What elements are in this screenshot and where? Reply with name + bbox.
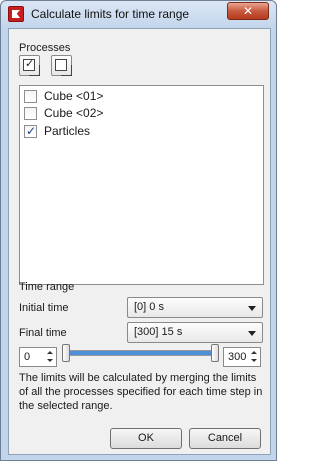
process-checkbox[interactable] [24,107,37,120]
initial-time-value: [0] 0 s [134,301,164,313]
initial-time-select[interactable]: [0] 0 s [127,297,263,318]
process-label: Cube <02> [44,106,104,120]
slider-start-handle[interactable] [62,344,70,362]
process-label: Cube <01> [44,89,104,103]
final-time-select[interactable]: [300] 15 s [127,322,263,343]
slider-end-handle[interactable] [211,344,219,362]
initial-time-label: Initial time [19,302,69,314]
final-time-label: Final time [19,327,67,339]
spin-up-icon[interactable] [45,349,55,357]
range-start-value: 0 [24,351,31,363]
slider-selected-range [67,351,214,355]
check-all-button[interactable] [19,55,40,76]
process-label: Particles [44,124,91,138]
process-checkbox[interactable] [24,90,37,103]
range-end-value: 300 [228,351,247,363]
uncheck-all-icon [55,59,72,76]
close-button[interactable]: ✕ [227,2,269,20]
title-bar[interactable]: Calculate limits for time range ✕ [1,1,276,27]
chevron-down-icon [248,331,256,336]
list-item[interactable]: Particles [24,123,254,140]
spin-up-icon[interactable] [249,349,259,357]
time-range-heading: Time range [19,281,75,293]
ok-button[interactable]: OK [110,428,182,449]
process-checkbox[interactable] [24,124,37,138]
spin-down-icon[interactable] [45,357,55,365]
final-time-value: [300] 15 s [134,326,183,338]
description-text: The limits will be calculated by merging… [19,372,263,412]
uncheck-all-button[interactable] [51,55,72,76]
processes-heading: Processes [19,42,71,54]
time-range-slider[interactable] [66,350,215,356]
range-start-spinbox[interactable]: 0 [19,347,57,367]
app-logo-icon [8,6,24,22]
cancel-button[interactable]: Cancel [189,428,261,449]
process-list[interactable]: Cube <01> Cube <02> Particles [19,85,264,285]
chevron-down-icon [248,306,256,311]
check-all-icon [23,57,40,76]
list-item[interactable]: Cube <02> [24,105,254,122]
range-end-spinbox[interactable]: 300 [223,347,261,367]
dialog-window: Calculate limits for time range ✕ Proces… [0,0,277,461]
spin-down-icon[interactable] [249,357,259,365]
dialog-body: Processes Cube <01> Cube <02> Particles … [8,28,271,455]
window-title: Calculate limits for time range [31,7,190,21]
list-item[interactable]: Cube <01> [24,88,254,105]
